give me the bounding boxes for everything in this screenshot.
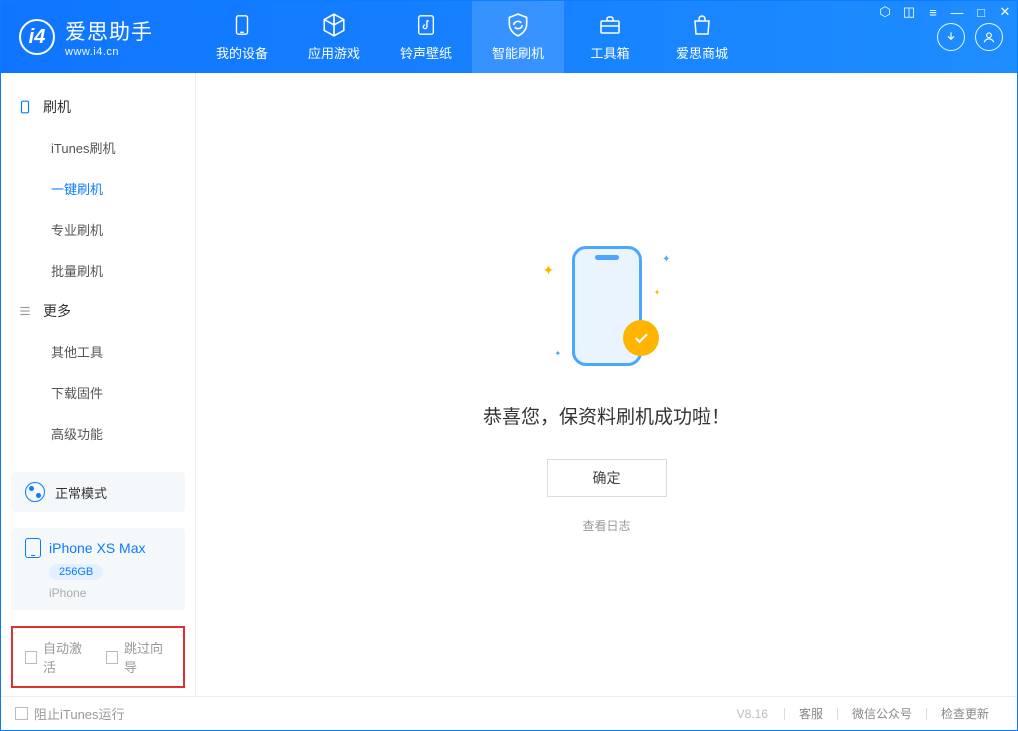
logo-text: 爱思助手 www.i4.cn [65,16,153,58]
sidebar-item-onekey-flash[interactable]: 一键刷机 [1,168,195,209]
toolbox-icon [597,12,623,38]
check-badge-icon [623,320,659,356]
sidebar-group-title: 刷机 [43,97,71,117]
app-name-en: www.i4.cn [65,46,153,58]
sidebar-scroll: 刷机 iTunes刷机 一键刷机 专业刷机 批量刷机 更多 其他工具 下载固件 … [1,73,195,464]
device-mode-block[interactable]: 正常模式 [11,472,185,512]
mode-label: 正常模式 [55,483,107,502]
checkbox-label: 跳过向导 [124,638,171,676]
sparkle-icon: ✦ [543,262,555,279]
phone-icon [17,99,33,115]
statusbar-left: 阻止iTunes运行 [15,704,125,723]
list-icon [17,303,33,319]
checkbox-row-highlight: 自动激活 跳过向导 [11,626,185,688]
checkbox-block-itunes[interactable]: 阻止iTunes运行 [15,704,125,723]
phone-icon [25,538,41,558]
logo-icon: i4 [19,19,55,55]
feedback-icon[interactable]: ⬡ [873,1,897,23]
nav-my-device[interactable]: 我的设备 [196,1,288,73]
nav-toolbox[interactable]: 工具箱 [564,1,656,73]
device-capacity: 256GB [49,564,103,580]
music-file-icon [413,12,439,38]
sidebar-group-more[interactable]: 更多 [1,291,195,331]
nav-label: 工具箱 [590,43,629,62]
logo-area[interactable]: i4 爱思助手 www.i4.cn [1,1,196,73]
device-info-block[interactable]: iPhone XS Max 256GB iPhone [11,528,185,610]
main-content: ✦ ✦ ✦ ✦ 恭喜您，保资料刷机成功啦！ 确定 查看日志 [196,73,1017,696]
nav-apps-games[interactable]: 应用游戏 [288,1,380,73]
checkbox-auto-activate[interactable]: 自动激活 [25,638,90,676]
app-name-cn: 爱思助手 [65,16,153,46]
checkbox-label: 阻止iTunes运行 [34,704,125,723]
link-check-update[interactable]: 检查更新 [927,705,1003,722]
maximize-button[interactable]: □ [969,1,993,23]
nav-label: 爱思商城 [676,43,728,62]
minimize-button[interactable]: — [945,1,969,23]
sidebar-item-download-firmware[interactable]: 下载固件 [1,372,195,413]
sidebar-item-pro-flash[interactable]: 专业刷机 [1,209,195,250]
menu-icon[interactable]: ≡ [921,1,945,23]
cube-icon [321,12,347,38]
device-icon [229,12,255,38]
titlebar: i4 爱思助手 www.i4.cn 我的设备 应用游戏 铃声壁纸 智能刷机 [1,1,1017,73]
sidebar-item-itunes-flash[interactable]: iTunes刷机 [1,127,195,168]
nav-ringtone-wallpaper[interactable]: 铃声壁纸 [380,1,472,73]
device-subtype: iPhone [49,586,171,600]
close-button[interactable]: ✕ [993,1,1017,23]
body-area: 刷机 iTunes刷机 一键刷机 专业刷机 批量刷机 更多 其他工具 下载固件 … [1,73,1017,696]
refresh-shield-icon [505,12,531,38]
top-nav: 我的设备 应用游戏 铃声壁纸 智能刷机 工具箱 爱思商城 [196,1,923,73]
sparkle-icon: ✦ [654,288,661,297]
sidebar-group-title: 更多 [43,301,71,321]
success-message: 恭喜您，保资料刷机成功啦！ [483,402,730,429]
nav-label: 我的设备 [216,43,268,62]
view-log-link[interactable]: 查看日志 [582,517,630,534]
bag-icon [689,12,715,38]
skin-icon[interactable]: ◫ [897,1,921,23]
nav-label: 应用游戏 [308,43,360,62]
account-button[interactable] [975,23,1003,51]
sidebar-group-flash[interactable]: 刷机 [1,87,195,127]
link-wechat[interactable]: 微信公众号 [838,705,926,722]
checkbox-box [15,707,28,720]
sidebar-item-advanced[interactable]: 高级功能 [1,413,195,454]
ok-button[interactable]: 确定 [547,459,667,497]
nav-store[interactable]: 爱思商城 [656,1,748,73]
sidebar: 刷机 iTunes刷机 一键刷机 专业刷机 批量刷机 更多 其他工具 下载固件 … [1,73,196,696]
sidebar-item-batch-flash[interactable]: 批量刷机 [1,250,195,291]
checkbox-box [106,651,118,664]
sparkle-icon: ✦ [555,349,562,358]
app-window: ⬡ ◫ ≡ — □ ✕ i4 爱思助手 www.i4.cn 我的设备 应用游戏 [0,0,1018,731]
checkbox-skip-guide[interactable]: 跳过向导 [106,638,171,676]
version-label: V8.16 [737,707,768,721]
window-controls: ⬡ ◫ ≡ — □ ✕ [873,1,1017,23]
nav-label: 智能刷机 [492,43,544,62]
mode-icon [25,482,45,502]
link-support[interactable]: 客服 [785,705,837,722]
checkbox-label: 自动激活 [43,638,90,676]
statusbar-links: 客服 微信公众号 检查更新 [784,705,1003,722]
statusbar: 阻止iTunes运行 V8.16 客服 微信公众号 检查更新 [1,696,1017,730]
nav-label: 铃声壁纸 [400,43,452,62]
success-illustration: ✦ ✦ ✦ ✦ [537,236,677,376]
download-button[interactable] [937,23,965,51]
checkbox-box [25,651,37,664]
sparkle-icon: ✦ [662,254,670,265]
sidebar-item-other-tools[interactable]: 其他工具 [1,331,195,372]
nav-smart-flash[interactable]: 智能刷机 [472,1,564,73]
device-name: iPhone XS Max [49,540,146,556]
